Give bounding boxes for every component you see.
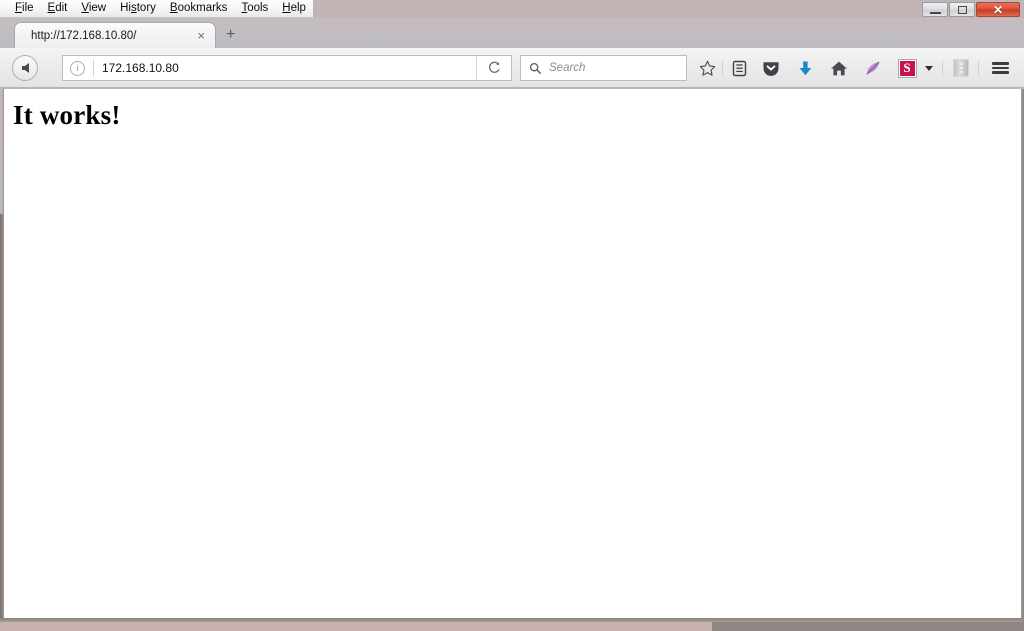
menu-item-help[interactable]: Help bbox=[275, 0, 313, 17]
disabled-addon-icon bbox=[953, 59, 969, 77]
menu-item-view[interactable]: View bbox=[74, 0, 113, 17]
window-controls: ✕ bbox=[921, 2, 1020, 17]
url-separator bbox=[93, 59, 94, 77]
library-icon bbox=[732, 60, 746, 76]
s-badge-icon: S bbox=[898, 59, 916, 77]
page-title: It works! bbox=[13, 100, 121, 130]
minimize-icon bbox=[929, 11, 941, 14]
hamburger-icon bbox=[991, 60, 1009, 76]
reload-button[interactable] bbox=[476, 56, 511, 80]
title-bar: File Edit View History Bookmarks Tools H… bbox=[0, 0, 1024, 18]
menu-button[interactable] bbox=[986, 55, 1014, 81]
pocket-icon bbox=[763, 61, 779, 76]
back-button[interactable] bbox=[12, 55, 38, 81]
home-icon bbox=[831, 61, 847, 75]
s-badge-button[interactable]: S bbox=[894, 55, 920, 81]
toolbar-separator-2 bbox=[942, 61, 943, 76]
library-button[interactable] bbox=[726, 55, 752, 81]
desktop-background-right bbox=[712, 622, 1024, 631]
menu-bar: File Edit View History Bookmarks Tools H… bbox=[0, 0, 314, 18]
tab-active[interactable]: http://172.168.10.80/ × bbox=[14, 22, 216, 48]
menu-item-tools[interactable]: Tools bbox=[234, 0, 275, 17]
toolbar-separator-3 bbox=[978, 61, 979, 76]
pocket-button[interactable] bbox=[758, 55, 784, 81]
feather-icon bbox=[866, 61, 880, 75]
arrow-left-icon bbox=[21, 63, 29, 73]
search-icon bbox=[529, 62, 542, 74]
maximize-button[interactable] bbox=[949, 2, 975, 17]
browser-window: File Edit View History Bookmarks Tools H… bbox=[0, 0, 1024, 622]
feather-button[interactable] bbox=[860, 55, 886, 81]
disabled-addon-button[interactable] bbox=[948, 55, 974, 81]
minimize-button[interactable] bbox=[922, 2, 948, 17]
search-bar[interactable]: Search bbox=[520, 55, 687, 81]
url-input[interactable]: 172.168.10.80 bbox=[102, 61, 476, 75]
bookmark-star-button[interactable] bbox=[694, 55, 720, 81]
maximize-icon bbox=[957, 5, 967, 14]
chevron-down-icon bbox=[925, 65, 933, 71]
tab-title: http://172.168.10.80/ bbox=[31, 29, 137, 42]
navigation-toolbar: i 172.168.10.80 Search S bbox=[0, 48, 1024, 88]
menu-item-history[interactable]: History bbox=[113, 0, 163, 17]
star-icon bbox=[699, 60, 715, 76]
url-bar[interactable]: i 172.168.10.80 bbox=[62, 55, 512, 81]
page-content: It works! bbox=[3, 89, 1021, 619]
downloads-button[interactable] bbox=[792, 55, 818, 81]
tab-strip: http://172.168.10.80/ × + bbox=[0, 18, 1024, 48]
reload-icon bbox=[488, 61, 500, 73]
tab-close-icon[interactable]: × bbox=[197, 29, 215, 42]
toolbar-separator bbox=[722, 61, 723, 76]
download-arrow-icon bbox=[799, 61, 811, 75]
menu-item-bookmarks[interactable]: Bookmarks bbox=[163, 0, 235, 17]
home-button[interactable] bbox=[826, 55, 852, 81]
search-input[interactable]: Search bbox=[549, 62, 585, 74]
info-icon[interactable]: i bbox=[70, 60, 85, 76]
window-left-edge bbox=[0, 214, 4, 622]
close-icon: ✕ bbox=[992, 2, 1004, 17]
s-badge-dropdown[interactable] bbox=[920, 55, 938, 81]
new-tab-button[interactable]: + bbox=[226, 27, 235, 43]
menu-item-edit[interactable]: Edit bbox=[41, 0, 75, 17]
menu-item-file[interactable]: File bbox=[8, 0, 41, 17]
close-button[interactable]: ✕ bbox=[976, 2, 1020, 17]
